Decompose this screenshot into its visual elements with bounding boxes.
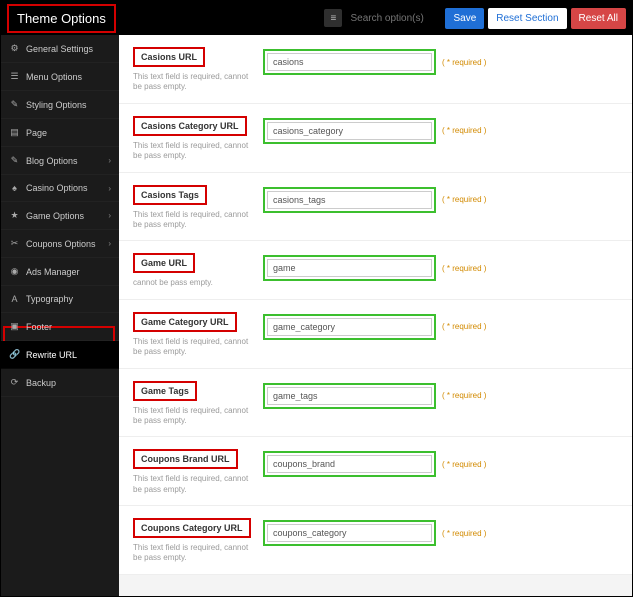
sidebar-icon: ★ (9, 210, 20, 221)
field-row: Game Category URL This text field is requ… (119, 300, 632, 369)
main-content: Casions URL This text field is required, … (119, 35, 632, 596)
sidebar-item-label: Blog Options (26, 156, 78, 166)
field-label: Coupons Category URL (133, 518, 251, 538)
reset-all-button[interactable]: Reset All (571, 8, 626, 29)
field-description: This text field is required, cannot be p… (133, 337, 253, 358)
sidebar-item-label: Footer (26, 322, 52, 332)
field-label: Game Category URL (133, 312, 237, 332)
sidebar: ⚙ General Settings ☰ Menu Options ✎ Styling O… (1, 35, 119, 596)
sidebar-item-label: General Settings (26, 44, 93, 54)
sidebar-item-label: Backup (26, 378, 56, 388)
sidebar-icon: ☰ (9, 71, 20, 82)
sidebar-icon: ⟳ (9, 377, 20, 388)
field-input[interactable] (267, 259, 432, 277)
field-input[interactable] (267, 524, 432, 542)
sidebar-item-general-settings[interactable]: ⚙ General Settings (1, 35, 119, 63)
field-row: Casions Tags This text field is required,… (119, 173, 632, 242)
field-label: Game URL (133, 253, 195, 273)
sidebar-item-label: Ads Manager (26, 267, 80, 277)
field-label: Game Tags (133, 381, 197, 401)
sidebar-item-menu-options[interactable]: ☰ Menu Options (1, 63, 119, 91)
sidebar-icon: ✎ (9, 155, 20, 166)
field-row: Game Tags This text field is required, ca… (119, 369, 632, 438)
sidebar-item-ads-manager[interactable]: ◉ Ads Manager (1, 258, 119, 286)
required-badge: ( * required ) (442, 126, 486, 135)
field-row: Casions URL This text field is required, … (119, 35, 632, 104)
field-input[interactable] (267, 455, 432, 473)
search-input[interactable] (346, 10, 441, 27)
sidebar-icon: ✎ (9, 99, 20, 110)
sidebar-item-label: Game Options (26, 211, 84, 221)
field-row: Casions Category URL This text field is r… (119, 104, 632, 173)
chevron-right-icon: › (108, 211, 111, 220)
sidebar-icon: ⚙ (9, 43, 20, 54)
field-row: Coupons Brand URL This text field is requ… (119, 437, 632, 506)
reset-section-button[interactable]: Reset Section (488, 8, 566, 29)
field-description: This text field is required, cannot be p… (133, 72, 253, 93)
sidebar-icon: A (9, 294, 20, 304)
field-label: Casions Tags (133, 185, 207, 205)
sidebar-icon: ▤ (9, 127, 20, 138)
field-description: This text field is required, cannot be p… (133, 474, 253, 495)
field-label: Casions Category URL (133, 116, 247, 136)
sidebar-icon: ♠ (9, 183, 20, 193)
required-badge: ( * required ) (442, 529, 486, 538)
sidebar-icon: ▣ (9, 321, 20, 332)
sidebar-item-label: Page (26, 128, 47, 138)
field-description: This text field is required, cannot be p… (133, 210, 253, 231)
sidebar-item-page[interactable]: ▤ Page (1, 119, 119, 147)
required-badge: ( * required ) (442, 322, 486, 331)
sidebar-item-label: Coupons Options (26, 239, 96, 249)
required-badge: ( * required ) (442, 460, 486, 469)
chevron-right-icon: › (108, 156, 111, 165)
sidebar-item-label: Typography (26, 294, 73, 304)
chevron-right-icon: › (108, 239, 111, 248)
field-description: This text field is required, cannot be p… (133, 543, 253, 564)
page-title: Theme Options (7, 4, 116, 33)
sidebar-item-typography[interactable]: A Typography (1, 286, 119, 313)
field-row: Coupons Category URL This text field is r… (119, 506, 632, 575)
field-input[interactable] (267, 53, 432, 71)
sidebar-item-label: Styling Options (26, 100, 87, 110)
sidebar-item-coupons-options[interactable]: ✂ Coupons Options › (1, 230, 119, 258)
field-input[interactable] (267, 122, 432, 140)
save-button[interactable]: Save (445, 8, 484, 29)
sidebar-item-rewrite-url[interactable]: 🔗 Rewrite URL (1, 341, 119, 369)
sidebar-item-blog-options[interactable]: ✎ Blog Options › (1, 147, 119, 175)
sidebar-item-footer[interactable]: ▣ Footer (1, 313, 119, 341)
topbar: Theme Options ≡ Save Reset Section Reset… (1, 1, 632, 35)
sidebar-item-game-options[interactable]: ★ Game Options › (1, 202, 119, 230)
sidebar-item-styling-options[interactable]: ✎ Styling Options (1, 91, 119, 119)
sidebar-item-label: Menu Options (26, 72, 82, 82)
required-badge: ( * required ) (442, 264, 486, 273)
field-input[interactable] (267, 191, 432, 209)
list-icon[interactable]: ≡ (324, 9, 342, 27)
sidebar-item-casino-options[interactable]: ♠ Casino Options › (1, 175, 119, 202)
field-label: Coupons Brand URL (133, 449, 238, 469)
required-badge: ( * required ) (442, 195, 486, 204)
field-description: This text field is required, cannot be p… (133, 141, 253, 162)
sidebar-item-backup[interactable]: ⟳ Backup (1, 369, 119, 397)
chevron-right-icon: › (108, 184, 111, 193)
field-input[interactable] (267, 318, 432, 336)
required-badge: ( * required ) (442, 391, 486, 400)
sidebar-item-label: Rewrite URL (26, 350, 77, 360)
sidebar-icon: ◉ (9, 266, 20, 277)
field-row: Game URL cannot be pass empty. ( * require… (119, 241, 632, 299)
required-badge: ( * required ) (442, 58, 486, 67)
sidebar-icon: 🔗 (9, 349, 20, 360)
field-description: This text field is required, cannot be p… (133, 406, 253, 427)
field-label: Casions URL (133, 47, 205, 67)
sidebar-item-label: Casino Options (26, 183, 88, 193)
sidebar-icon: ✂ (9, 238, 20, 249)
field-input[interactable] (267, 387, 432, 405)
field-description: cannot be pass empty. (133, 278, 253, 288)
